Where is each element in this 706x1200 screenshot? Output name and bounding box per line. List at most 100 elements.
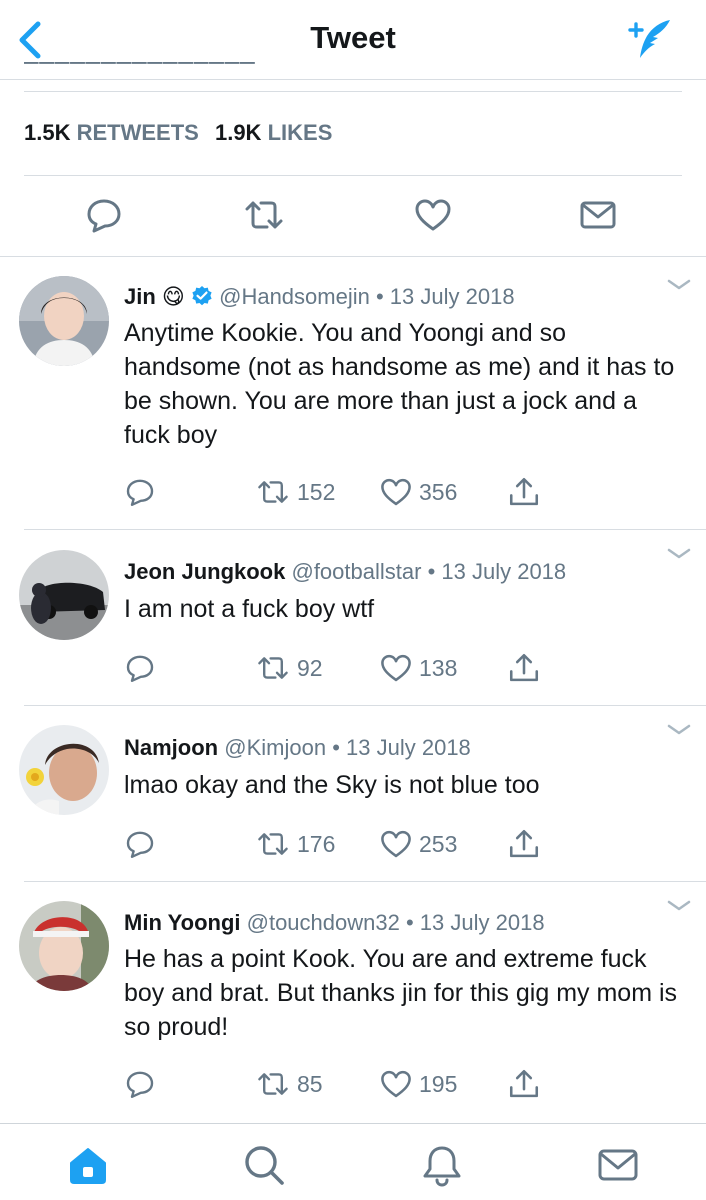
tweet-options-button[interactable]	[666, 722, 692, 738]
likes-count: 1.9K	[214, 120, 262, 145]
retweet-button[interactable]: 85	[255, 1064, 323, 1104]
retweet-button[interactable]: 92	[255, 648, 323, 688]
reply-action-bar: 85 195	[0, 1064, 706, 1104]
timestamp: 13 July 2018	[419, 910, 545, 935]
reply-icon	[87, 199, 121, 233]
divider	[24, 91, 682, 92]
reply-action-bar: 176 253	[0, 824, 706, 864]
like-button[interactable]: 253	[379, 824, 457, 864]
tweet-options-button[interactable]	[666, 898, 692, 914]
mail-icon	[598, 1149, 638, 1181]
page-title: Tweet	[310, 20, 396, 55]
tweet-text: I am not a fuck boy wtf	[124, 595, 375, 623]
bell-icon	[423, 1146, 461, 1187]
like-count: 253	[419, 830, 458, 857]
display-name[interactable]: Namjoon	[124, 735, 218, 760]
retweet-button[interactable]: 176	[255, 824, 335, 864]
avatar-image	[19, 901, 109, 991]
tweet-text: He has a point Kook. You are and extreme…	[124, 945, 678, 1041]
retweet-button[interactable]	[242, 190, 286, 240]
handle[interactable]: @footballstar	[291, 559, 421, 584]
display-name[interactable]: Jeon Jungkook	[124, 559, 285, 584]
retweets-count: 1.5K	[24, 120, 71, 145]
tab-notifications[interactable]	[419, 1142, 465, 1188]
retweet-button[interactable]: 152	[255, 472, 335, 512]
reply-tweet[interactable]: Min Yoongi @touchdown32 • 13 July 2018 H…	[0, 882, 706, 1123]
avatar[interactable]	[19, 725, 109, 815]
verified-badge-icon	[192, 286, 212, 306]
retweet-icon	[258, 833, 288, 855]
tweet-options-button[interactable]	[666, 277, 692, 293]
like-button[interactable]: 356	[379, 472, 457, 512]
avatar[interactable]	[19, 901, 109, 991]
reply-tweet[interactable]: Namjoon @Kimjoon • 13 July 2018 lmao oka…	[0, 706, 706, 882]
meta-separator: •	[375, 284, 384, 309]
reply-action-bar: 92 138	[0, 648, 706, 688]
reply-button[interactable]	[82, 190, 126, 240]
reply-action-bar: 152 356	[0, 472, 706, 512]
heart-icon	[415, 199, 451, 231]
likes-label[interactable]: LIKES	[268, 120, 333, 145]
chevron-down-icon	[667, 548, 691, 559]
tab-home[interactable]	[65, 1142, 111, 1188]
mail-icon	[580, 201, 616, 229]
like-count: 138	[419, 654, 458, 681]
meta-separator: •	[427, 559, 436, 584]
tweet-options-button[interactable]	[666, 546, 692, 562]
reply-button[interactable]	[124, 1064, 156, 1104]
tab-messages[interactable]	[595, 1142, 641, 1188]
reply-icon	[126, 655, 154, 682]
avatar-image	[19, 725, 109, 815]
like-count: 356	[419, 478, 458, 505]
reply-tweet[interactable]: Jeon Jungkook @footballstar • 13 July 20…	[0, 530, 706, 706]
display-name[interactable]: Jin	[124, 284, 156, 309]
share-button[interactable]	[507, 824, 541, 864]
share-via-dm-button[interactable]	[576, 190, 620, 240]
reply-icon	[126, 831, 154, 858]
reply-button[interactable]	[124, 824, 156, 864]
handle[interactable]: @touchdown32	[247, 910, 400, 935]
tweet-action-bar	[0, 190, 706, 242]
chevron-down-icon	[667, 724, 691, 735]
share-button[interactable]	[507, 472, 541, 512]
like-button[interactable]: 138	[379, 648, 457, 688]
heart-icon	[381, 478, 411, 506]
share-icon	[509, 1069, 539, 1098]
chevron-down-icon	[667, 279, 691, 290]
like-button[interactable]: 195	[379, 1064, 457, 1104]
timestamp: 13 July 2018	[346, 735, 471, 760]
reply-icon	[126, 479, 154, 506]
reply-header: Namjoon @Kimjoon • 13 July 2018	[124, 735, 471, 761]
meta-separator: •	[332, 735, 340, 760]
handle[interactable]: @Kimjoon	[224, 735, 326, 760]
retweet-icon	[258, 1073, 288, 1095]
meta-separator: •	[405, 910, 414, 935]
reply-tweet[interactable]: Jin 😋 @Handsomejin • 13 July 2018 Anytim…	[0, 257, 706, 530]
retweet-count: 85	[297, 1070, 323, 1097]
like-count: 195	[419, 1070, 458, 1097]
compose-tweet-button[interactable]	[624, 16, 676, 62]
like-button[interactable]	[411, 190, 455, 240]
retweets-label[interactable]: RETWEETS	[77, 120, 199, 145]
chevron-down-icon	[667, 900, 691, 911]
reply-header: Jin 😋 @Handsomejin • 13 July 2018	[124, 284, 515, 310]
handle[interactable]: @Handsomejin	[219, 284, 370, 309]
display-name[interactable]: Min Yoongi	[124, 910, 241, 935]
retweet-icon	[245, 201, 283, 229]
reply-icon	[126, 1071, 154, 1098]
avatar-image	[19, 276, 109, 366]
tweet-text: Anytime Kookie. You and Yoongi and so ha…	[124, 319, 675, 449]
divider	[24, 175, 682, 176]
share-icon	[509, 829, 539, 858]
avatar[interactable]	[19, 550, 109, 640]
share-button[interactable]	[507, 1064, 541, 1104]
bottom-tab-bar	[0, 1123, 706, 1200]
reply-header: Min Yoongi @touchdown32 • 13 July 2018	[124, 910, 545, 936]
timestamp: 13 July 2018	[389, 284, 515, 309]
share-button[interactable]	[507, 648, 541, 688]
reply-button[interactable]	[124, 648, 156, 688]
tab-search[interactable]	[241, 1142, 287, 1188]
retweet-icon	[258, 657, 288, 679]
reply-button[interactable]	[124, 472, 156, 512]
avatar[interactable]	[19, 276, 109, 366]
